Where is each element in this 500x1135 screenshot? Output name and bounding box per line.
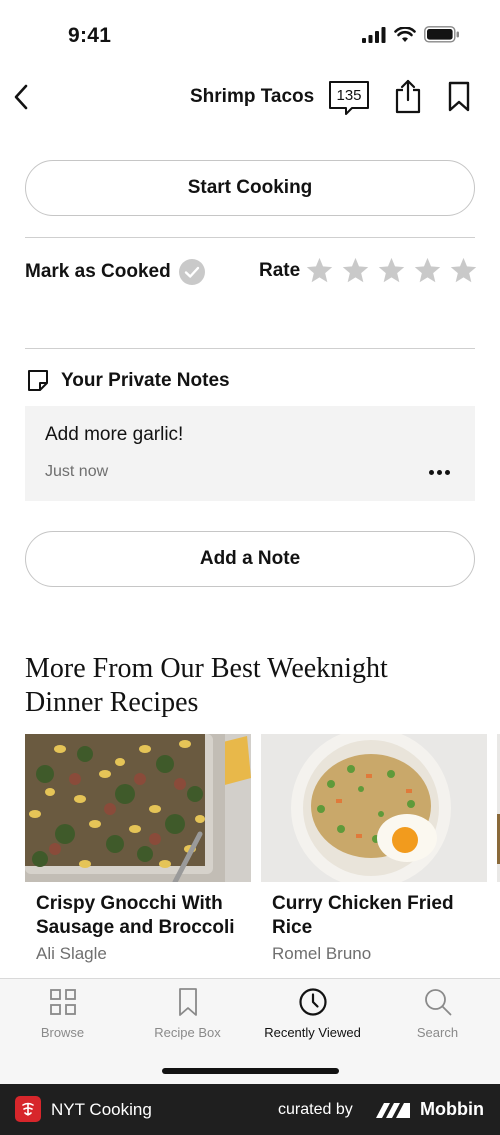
comments-count: 135: [336, 86, 362, 104]
chevron-left-icon: [14, 84, 28, 110]
recipe-photo: [261, 734, 487, 882]
star-icon[interactable]: [449, 256, 478, 285]
search-icon: [424, 989, 451, 1016]
mark-as-cooked-button[interactable]: Mark as Cooked: [25, 256, 205, 288]
recipe-card-title: Curry Chicken Fried Rice: [272, 893, 454, 938]
tab-label: Recipe Box: [154, 1025, 221, 1040]
bookmark-icon: [178, 988, 197, 1016]
star-icon[interactable]: [413, 256, 442, 285]
tab-label: Browse: [40, 1025, 85, 1040]
star-icon[interactable]: [305, 256, 334, 285]
recipe-carousel: Crispy Gnocchi With Sausage and Broccoli…: [25, 734, 500, 978]
tab-browse[interactable]: Browse: [0, 985, 125, 1045]
status-time: 9:41: [68, 24, 112, 47]
tab-bar: Browse Recipe Box Recently Viewed Search: [0, 978, 500, 1084]
tab-label: Search: [416, 1025, 459, 1040]
nyt-t-icon: [22, 1102, 34, 1116]
note-text: Add more garlic!: [45, 424, 184, 445]
nav-bar: Shrimp Tacos 135: [0, 74, 500, 120]
check-circle-icon: [178, 259, 205, 285]
mobbin-logo-icon: [376, 1103, 410, 1118]
private-notes-title: Your Private Notes: [61, 370, 230, 391]
more-recipes-heading: More From Our Best Weeknight Dinner Reci…: [25, 653, 388, 718]
recipe-card-title: Crispy Gnocchi With Sausage and Broccoli: [36, 893, 235, 938]
nyt-cooking-logo: [15, 1096, 41, 1122]
status-icons: [362, 26, 460, 43]
cellular-signal-icon: [362, 26, 386, 43]
comments-button[interactable]: 135: [328, 80, 370, 116]
save-recipe-button[interactable]: [446, 80, 472, 114]
grid-icon: [49, 989, 76, 1015]
tab-recently-viewed[interactable]: Recently Viewed: [250, 985, 375, 1045]
star-icon[interactable]: [377, 256, 406, 285]
note-timestamp: Just now: [45, 463, 109, 480]
footer-curated-by: curated by: [278, 1101, 353, 1118]
home-indicator: [162, 1068, 339, 1074]
add-note-button[interactable]: Add a Note: [25, 531, 475, 587]
divider: [25, 348, 475, 349]
rate-label: Rate: [259, 260, 301, 281]
recipe-card[interactable]: Crispy Gnocchi With Sausage and Broccoli…: [25, 734, 251, 978]
tab-label: Recently Viewed: [264, 1025, 361, 1040]
recipe-title: Shrimp Tacos: [190, 86, 315, 107]
footer-bar: NYT Cooking curated by Mobbin: [0, 1084, 500, 1135]
note-card: Add more garlic! Just now: [25, 406, 475, 501]
battery-icon: [424, 26, 459, 43]
back-button[interactable]: [6, 78, 36, 116]
recipe-card-author: Romel Bruno: [272, 944, 372, 963]
share-icon: [395, 79, 421, 114]
status-bar: 9:41: [0, 0, 500, 74]
wifi-icon: [394, 26, 416, 42]
footer-app-name: NYT Cooking: [51, 1100, 152, 1119]
tab-search[interactable]: Search: [375, 985, 500, 1045]
star-rating: [305, 256, 478, 285]
private-notes-header: Your Private Notes: [25, 368, 230, 394]
clock-icon: [298, 988, 327, 1016]
tab-recipe-box[interactable]: Recipe Box: [125, 985, 250, 1045]
bookmark-icon: [448, 81, 470, 112]
note-icon: [28, 370, 48, 391]
share-button[interactable]: [394, 78, 422, 114]
divider: [25, 237, 475, 238]
star-icon[interactable]: [341, 256, 370, 285]
footer-brand: Mobbin: [420, 1099, 484, 1119]
recipe-card[interactable]: Curry Chicken Fried Rice Romel Bruno: [261, 734, 487, 978]
mark-as-cooked-label: Mark as Cooked: [25, 261, 171, 282]
recipe-card-author: Ali Slagle: [36, 944, 107, 963]
more-options-icon[interactable]: [427, 464, 451, 480]
recipe-photo: [25, 734, 251, 882]
start-cooking-button[interactable]: Start Cooking: [25, 160, 475, 216]
